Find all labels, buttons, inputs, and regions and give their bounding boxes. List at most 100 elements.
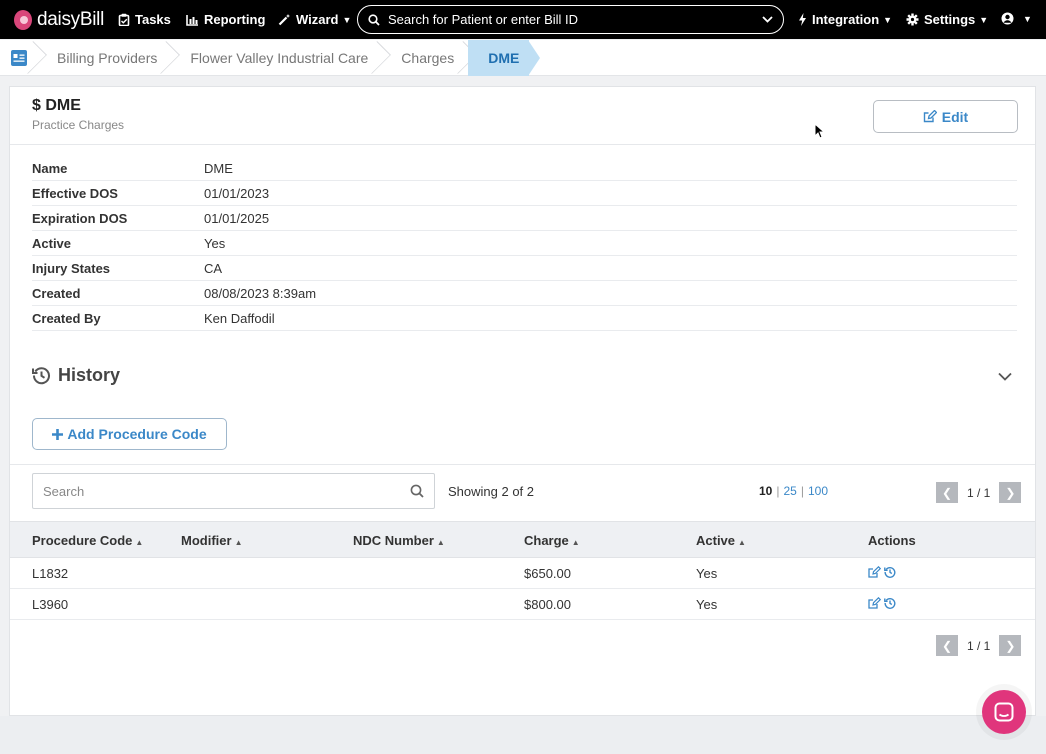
prev-page-button[interactable]: ❮ — [936, 482, 958, 503]
charge-detail-panel: $ DME Practice Charges Edit Name DME Effe… — [9, 86, 1036, 716]
chevron-down-icon: ▼ — [342, 14, 352, 25]
history-title: History — [58, 365, 121, 385]
user-menu[interactable]: ▼ — [1001, 12, 1032, 25]
table-header: Procedure Code ▲ Modifier ▲︎ NDC Number ▲︎ … — [10, 521, 1035, 558]
clipboard-icon — [118, 13, 130, 26]
page-size-selector: 10 | 25 | 100 — [759, 484, 828, 498]
next-page-button[interactable]: ❯ — [999, 635, 1022, 656]
detail-value: CA — [204, 260, 223, 276]
column-charge[interactable]: Charge ▲︎ — [524, 533, 580, 548]
chat-launcher-button[interactable] — [982, 690, 1026, 734]
page-indicator: 1 / 1 — [967, 485, 991, 500]
table-top-divider — [10, 464, 1035, 465]
detail-label: Name — [32, 160, 68, 176]
row-actions — [868, 597, 896, 609]
patient-search-bar[interactable]: Search for Patient or enter Bill ID — [357, 5, 784, 34]
table-search — [32, 473, 435, 509]
nav-wizard[interactable]: Wizard ▼ — [278, 12, 351, 27]
detail-value: 08/08/2023 8:39am — [204, 285, 317, 301]
cell-procedure-code: L3960 — [32, 597, 69, 612]
breadcrumb-current: DME — [468, 39, 530, 76]
detail-label: Created By — [32, 310, 101, 326]
chevron-down-icon: ▼ — [883, 14, 893, 25]
edit-icon — [923, 110, 937, 123]
detail-row: Active Yes — [32, 231, 1017, 256]
brand-logo[interactable]: daisyBill — [14, 9, 104, 31]
nav-tasks[interactable]: Tasks — [118, 12, 171, 27]
sort-icon: ▲︎ — [436, 538, 445, 547]
brand-name: daisyBill — [37, 8, 104, 30]
breadcrumb-billing-providers[interactable]: Billing Providers — [38, 40, 171, 76]
breadcrumb-provider[interactable]: Flower Valley Industrial Care — [171, 40, 382, 76]
column-procedure-code[interactable]: Procedure Code ▲ — [32, 533, 143, 548]
detail-row: Injury States CA — [32, 256, 1017, 281]
pagination-top: ❮ 1 / 1 ❯ — [936, 482, 1022, 503]
sort-icon: ▲︎ — [571, 538, 580, 547]
detail-row: Name DME — [32, 156, 1017, 181]
mouse-cursor-icon — [814, 122, 826, 142]
chevron-down-icon — [998, 372, 1012, 381]
chevron-down-icon[interactable] — [762, 16, 773, 23]
detail-label: Active — [32, 235, 72, 251]
page-size-option-100[interactable]: 100 — [808, 484, 828, 498]
nav-tasks-label: Tasks — [135, 12, 171, 27]
page-title: $ DME — [32, 97, 81, 114]
chat-icon — [994, 702, 1014, 722]
search-icon[interactable] — [410, 484, 424, 498]
edit-button[interactable]: Edit — [873, 100, 1018, 133]
edit-icon[interactable] — [868, 597, 881, 609]
nav-settings-label: Settings — [924, 12, 976, 27]
page-size-option-25[interactable]: 25 — [783, 484, 796, 498]
edit-button-label: Edit — [941, 108, 969, 125]
detail-label: Effective DOS — [32, 185, 118, 201]
history-icon[interactable] — [884, 597, 896, 609]
search-icon — [368, 13, 380, 26]
lightning-icon — [799, 13, 806, 26]
gear-icon — [906, 13, 919, 26]
edit-icon[interactable] — [868, 566, 881, 578]
column-modifier[interactable]: Modifier ▲︎ — [181, 533, 242, 548]
detail-row: Created 08/08/2023 8:39am — [32, 281, 1017, 306]
page-indicator: 1 / 1 — [967, 638, 991, 653]
history-collapse-toggle[interactable] — [998, 369, 1012, 384]
next-page-button[interactable]: ❯ — [999, 482, 1022, 503]
breadcrumb-home[interactable] — [0, 40, 38, 76]
add-procedure-code-button[interactable]: Add Procedure Code — [32, 418, 227, 450]
page-size-separator: | — [776, 484, 780, 498]
detail-value: 01/01/2025 — [204, 210, 270, 226]
chevron-down-icon: ▼ — [1023, 13, 1032, 24]
detail-row: Created By Ken Daffodil — [32, 306, 1017, 331]
detail-label: Created — [32, 285, 81, 301]
detail-label: Expiration DOS — [32, 210, 128, 226]
nav-reporting[interactable]: Reporting — [186, 12, 265, 27]
nav-wizard-label: Wizard — [296, 12, 339, 27]
header-divider — [10, 144, 1035, 145]
history-section-header[interactable]: History — [32, 365, 120, 386]
column-ndc-number[interactable]: NDC Number ▲︎ — [353, 533, 445, 548]
column-actions: Actions — [868, 533, 916, 548]
id-card-icon — [11, 49, 27, 66]
nav-integration[interactable]: Integration ▼ — [798, 12, 892, 27]
detail-label: Injury States — [32, 260, 111, 276]
detail-value: 01/01/2023 — [204, 185, 270, 201]
detail-value: DME — [204, 160, 233, 176]
chevron-down-icon: ▼ — [979, 14, 989, 25]
add-procedure-code-label: Add Procedure Code — [67, 426, 207, 442]
history-icon[interactable] — [884, 566, 896, 578]
breadcrumb: Billing Providers Flower Valley Industri… — [0, 39, 1046, 76]
sort-icon: ▲︎ — [738, 538, 746, 547]
detail-value: Yes — [204, 235, 226, 251]
nav-settings[interactable]: Settings ▼ — [906, 12, 988, 27]
cell-procedure-code: L1832 — [32, 566, 69, 581]
prev-page-button[interactable]: ❮ — [936, 635, 958, 656]
page-size-current[interactable]: 10 — [759, 484, 772, 498]
cell-charge: $800.00 — [524, 597, 571, 612]
breadcrumb-charges[interactable]: Charges — [382, 40, 468, 76]
sort-icon: ▲︎ — [234, 538, 243, 547]
pagination-bottom: ❮ 1 / 1 ❯ — [936, 635, 1022, 656]
table-search-input[interactable] — [43, 483, 410, 499]
page-size-separator: | — [800, 484, 804, 498]
breadcrumb-arrow-icon — [528, 39, 541, 76]
nav-reporting-label: Reporting — [204, 12, 266, 27]
column-active[interactable]: Active ▲︎ — [696, 533, 746, 548]
